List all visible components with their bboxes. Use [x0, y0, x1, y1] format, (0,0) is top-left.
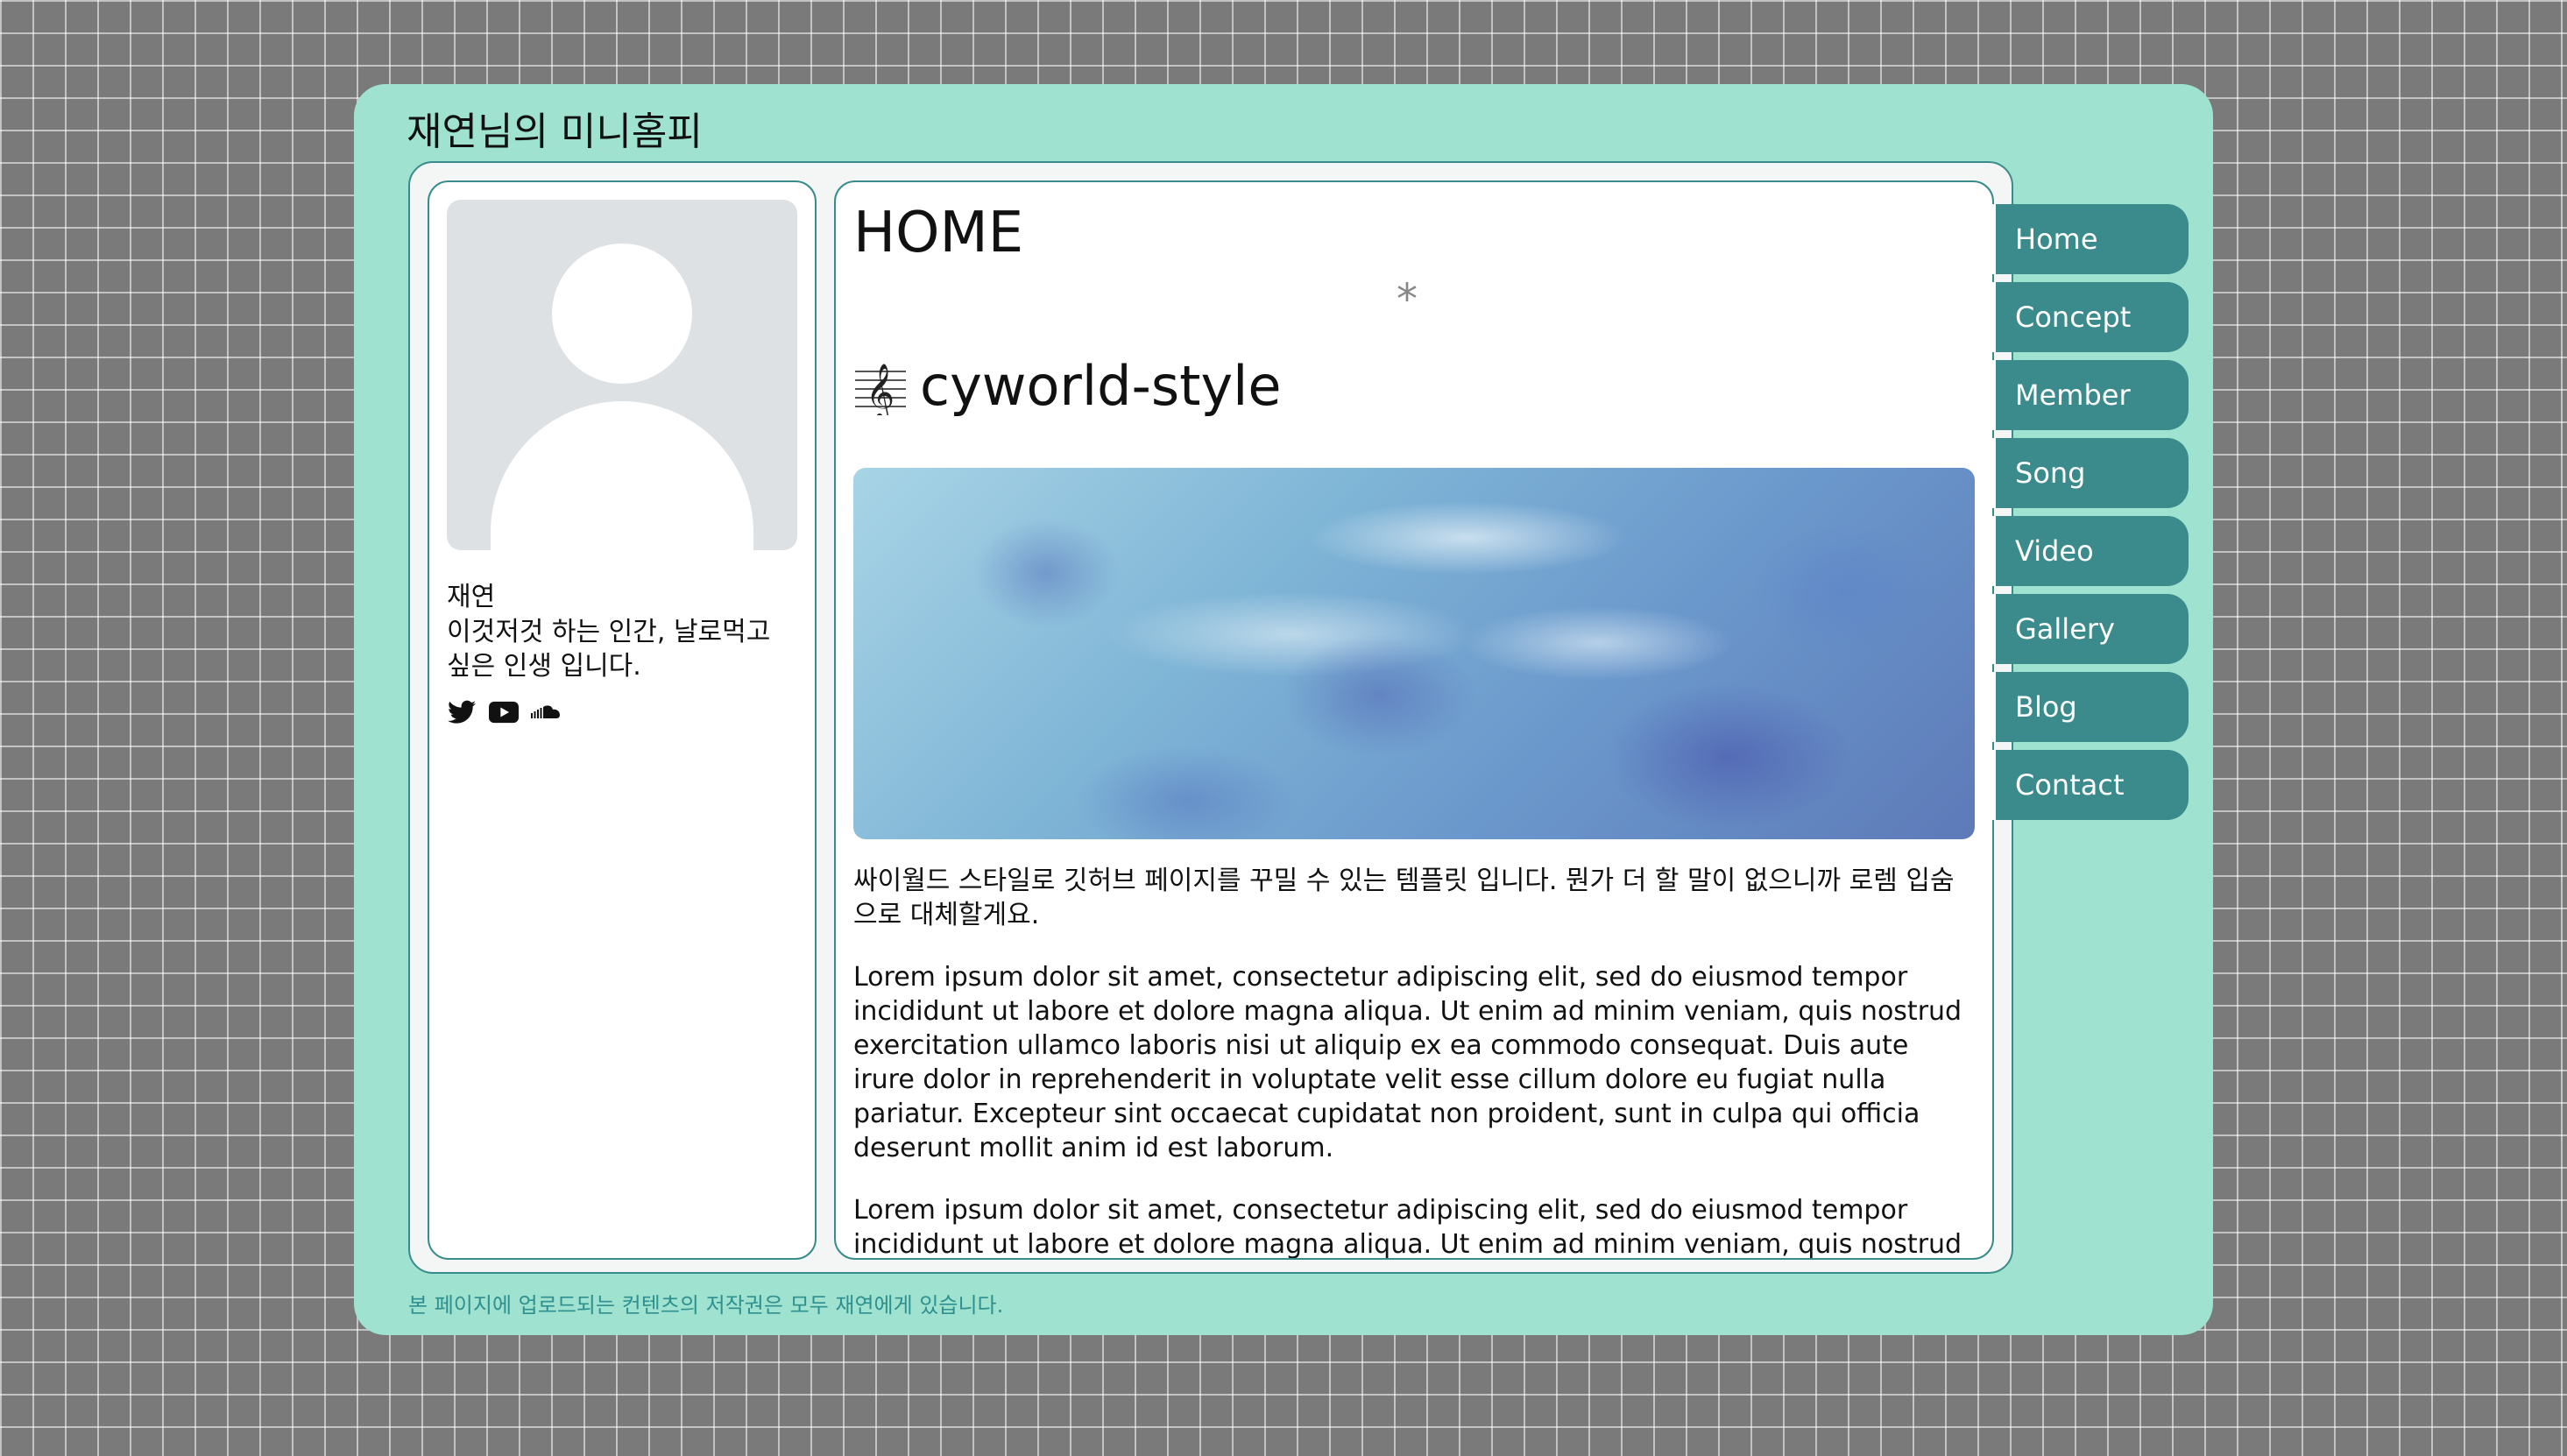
minihompy-frame: 재연님의 미니홈피 재연 이것저것 하는 인간, 날로먹고 싶은 인생 입니다. [354, 84, 2213, 1335]
avatar [447, 200, 797, 550]
nav-tab-home[interactable]: Home [1992, 204, 2189, 274]
youtube-icon[interactable] [489, 699, 519, 725]
twitter-icon[interactable] [447, 699, 477, 725]
nav-tab-song[interactable]: Song [1992, 438, 2189, 508]
profile-card: 재연 이것저것 하는 인간, 날로먹고 싶은 인생 입니다. [428, 180, 817, 1260]
site-title: 재연님의 미니홈피 [407, 110, 703, 154]
nav-tab-contact[interactable]: Contact [1992, 750, 2189, 820]
nav-tab-member[interactable]: Member [1992, 360, 2189, 430]
asterisk-decoration: * [1397, 275, 1418, 324]
nav-tab-blog[interactable]: Blog [1992, 672, 2189, 742]
social-links [447, 699, 561, 725]
copyright-note: 본 페이지에 업로드되는 컨텐츠의 저작권은 모두 재연에게 있습니다. [408, 1293, 1004, 1318]
lorem-paragraph: Lorem ipsum dolor sit amet, consectetur … [853, 962, 1962, 1163]
hero-ocean-image [853, 468, 1975, 839]
nav-tab-gallery[interactable]: Gallery [1992, 594, 2189, 664]
profile-name: 재연 [447, 582, 496, 612]
nav-tab-video[interactable]: Video [1992, 516, 2189, 586]
inner-panel: 재연 이것저것 하는 인간, 날로먹고 싶은 인생 입니다. HOME * 𝄞 … [408, 161, 2013, 1274]
music-score-icon: 𝄞 [853, 357, 908, 415]
lorem-paragraph: Lorem ipsum dolor sit amet, consectetur … [853, 1195, 1962, 1260]
soundcloud-icon[interactable] [531, 699, 561, 725]
intro-paragraph: 싸이월드 스타일로 깃허브 페이지를 꾸밀 수 있는 템플릿 입니다. 뭔가 더… [853, 866, 1955, 930]
avatar-body-shape [491, 401, 753, 550]
avatar-head-shape [552, 244, 692, 384]
section-title: 𝄞 cyworld-style [853, 354, 1282, 418]
profile-bio: 이것저것 하는 인간, 날로먹고 싶은 인생 입니다. [447, 617, 771, 682]
page-heading: HOME [853, 201, 1024, 265]
nav-tab-concept[interactable]: Concept [1992, 282, 2189, 352]
side-nav-tabs: Home Concept Member Song Video Gallery B… [1992, 204, 2189, 828]
body-text: 싸이월드 스타일로 깃허브 페이지를 꾸밀 수 있는 템플릿 입니다. 뭔가 더… [853, 864, 1975, 1260]
main-content: HOME * 𝄞 cyworld-style 싸이월드 스타일로 깃허브 페이지… [834, 180, 1994, 1260]
svg-text:𝄞: 𝄞 [866, 364, 895, 415]
section-title-text: cyworld-style [920, 354, 1282, 418]
